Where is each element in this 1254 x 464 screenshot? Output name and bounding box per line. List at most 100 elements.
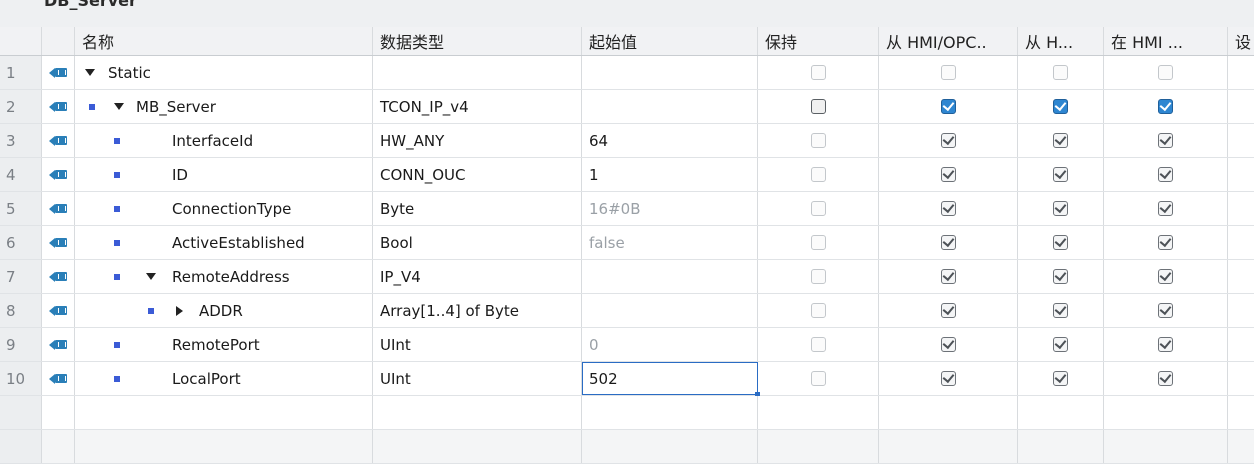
name-cell[interactable]: ADDR <box>75 294 373 327</box>
visible-in-hmi-checkbox[interactable] <box>1158 269 1173 284</box>
expand-toggle[interactable] <box>176 294 183 327</box>
setpoint-cell[interactable] <box>1228 158 1254 191</box>
visible-in-hmi-checkbox[interactable] <box>1158 133 1173 148</box>
table-row[interactable]: 10 LocalPort UInt 502 <box>0 362 1254 397</box>
row-number[interactable]: 4 <box>0 158 42 191</box>
name-cell[interactable]: LocalPort <box>75 362 373 395</box>
retain-checkbox[interactable] <box>810 65 826 80</box>
accessible-from-hmi-checkbox[interactable] <box>940 65 956 80</box>
table-row[interactable]: 2 MB_Server TCON_IP_v4 <box>0 90 1254 124</box>
accessible-from-hmi-checkbox[interactable] <box>940 269 956 284</box>
header-start-value[interactable]: 起始值 <box>582 27 758 55</box>
writable-from-hmi-checkbox[interactable] <box>1053 337 1068 352</box>
header-visible-in-hmi[interactable]: 在 HMI ... <box>1104 27 1228 55</box>
row-number[interactable]: 2 <box>0 90 42 123</box>
start-value-cell[interactable]: 16#0B <box>582 192 758 225</box>
setpoint-cell[interactable] <box>1228 362 1254 395</box>
table-row[interactable]: 3 InterfaceId HW_ANY 64 <box>0 124 1254 158</box>
header-setpoint[interactable]: 设 <box>1228 27 1254 55</box>
writable-from-hmi-checkbox[interactable] <box>1053 303 1068 318</box>
start-value-cell[interactable]: false <box>582 226 758 259</box>
table-row[interactable]: 4 ID CONN_OUC 1 <box>0 158 1254 192</box>
setpoint-cell[interactable] <box>1228 90 1254 123</box>
start-value-cell[interactable]: 64 <box>582 124 758 157</box>
row-number[interactable]: 1 <box>0 56 42 89</box>
collapse-toggle[interactable] <box>114 90 124 123</box>
header-retain[interactable]: 保持 <box>758 27 879 55</box>
data-type-cell[interactable]: Bool <box>373 226 582 259</box>
name-cell[interactable]: InterfaceId <box>75 124 373 157</box>
row-number[interactable]: 9 <box>0 328 42 361</box>
accessible-from-hmi-checkbox[interactable] <box>940 303 956 318</box>
retain-checkbox[interactable] <box>810 201 826 216</box>
name-cell[interactable]: MB_Server <box>75 90 373 123</box>
visible-in-hmi-checkbox[interactable] <box>1158 371 1173 386</box>
start-value-cell[interactable] <box>582 56 758 89</box>
start-value-edit-field[interactable] <box>582 362 760 397</box>
setpoint-cell[interactable] <box>1228 328 1254 361</box>
header-name[interactable]: 名称 <box>75 27 373 55</box>
name-cell[interactable]: ID <box>75 158 373 191</box>
setpoint-cell[interactable] <box>1228 192 1254 225</box>
start-value-cell[interactable] <box>582 294 758 327</box>
visible-in-hmi-checkbox[interactable] <box>1158 201 1173 216</box>
retain-checkbox[interactable] <box>810 167 826 182</box>
setpoint-cell[interactable] <box>1228 56 1254 89</box>
data-type-cell[interactable]: IP_V4 <box>373 260 582 293</box>
row-number[interactable]: 7 <box>0 260 42 293</box>
name-cell[interactable]: ActiveEstablished <box>75 226 373 259</box>
data-type-cell[interactable]: Byte <box>373 192 582 225</box>
name-cell[interactable]: ConnectionType <box>75 192 373 225</box>
data-type-cell[interactable]: UInt <box>373 362 582 395</box>
data-type-cell[interactable]: CONN_OUC <box>373 158 582 191</box>
setpoint-cell[interactable] <box>1228 260 1254 293</box>
table-row[interactable]: 9 RemotePort UInt 0 <box>0 328 1254 362</box>
writable-from-hmi-checkbox[interactable] <box>1053 133 1068 148</box>
row-number[interactable]: 3 <box>0 124 42 157</box>
writable-from-hmi-checkbox[interactable] <box>1053 65 1068 80</box>
accessible-from-hmi-checkbox[interactable] <box>940 235 956 250</box>
visible-in-hmi-checkbox[interactable] <box>1158 99 1173 114</box>
accessible-from-hmi-checkbox[interactable] <box>940 167 956 182</box>
retain-checkbox[interactable] <box>810 303 826 318</box>
data-type-cell[interactable]: Array[1..4] of Byte <box>373 294 582 327</box>
retain-checkbox[interactable] <box>810 235 826 250</box>
table-row[interactable]: 6 ActiveEstablished Bool false <box>0 226 1254 260</box>
accessible-from-hmi-checkbox[interactable] <box>940 337 956 352</box>
start-value-cell[interactable] <box>582 90 758 123</box>
start-value-cell[interactable]: 0 <box>582 328 758 361</box>
collapse-toggle[interactable] <box>85 56 95 89</box>
setpoint-cell[interactable] <box>1228 226 1254 259</box>
writable-from-hmi-checkbox[interactable] <box>1053 371 1068 386</box>
visible-in-hmi-checkbox[interactable] <box>1158 337 1173 352</box>
retain-checkbox[interactable] <box>810 371 826 386</box>
retain-checkbox[interactable] <box>810 99 826 114</box>
collapse-toggle[interactable] <box>146 260 156 293</box>
retain-checkbox[interactable] <box>810 269 826 284</box>
data-type-cell[interactable]: TCON_IP_v4 <box>373 90 582 123</box>
writable-from-hmi-checkbox[interactable] <box>1053 235 1068 250</box>
accessible-from-hmi-checkbox[interactable] <box>940 371 956 386</box>
row-number[interactable]: 10 <box>0 362 42 395</box>
row-number[interactable]: 5 <box>0 192 42 225</box>
header-accessible-from-hmi[interactable]: 从 HMI/OPC.. <box>879 27 1018 55</box>
table-row[interactable]: 1 Static <box>0 56 1254 90</box>
writable-from-hmi-checkbox[interactable] <box>1053 99 1068 114</box>
writable-from-hmi-checkbox[interactable] <box>1053 167 1068 182</box>
name-cell[interactable]: RemotePort <box>75 328 373 361</box>
writable-from-hmi-checkbox[interactable] <box>1053 201 1068 216</box>
visible-in-hmi-checkbox[interactable] <box>1158 65 1173 80</box>
setpoint-cell[interactable] <box>1228 124 1254 157</box>
setpoint-cell[interactable] <box>1228 294 1254 327</box>
name-cell[interactable]: RemoteAddress <box>75 260 373 293</box>
name-cell[interactable]: Static <box>75 56 373 89</box>
table-row[interactable]: 8 ADDR Array[1..4] of Byte <box>0 294 1254 328</box>
accessible-from-hmi-checkbox[interactable] <box>940 99 956 114</box>
data-type-cell[interactable]: UInt <box>373 328 582 361</box>
visible-in-hmi-checkbox[interactable] <box>1158 303 1173 318</box>
header-data-type[interactable]: 数据类型 <box>373 27 582 55</box>
table-row[interactable]: 5 ConnectionType Byte 16#0B <box>0 192 1254 226</box>
accessible-from-hmi-checkbox[interactable] <box>940 133 956 148</box>
table-row[interactable]: 7 RemoteAddress IP_V4 <box>0 260 1254 294</box>
row-number[interactable]: 6 <box>0 226 42 259</box>
